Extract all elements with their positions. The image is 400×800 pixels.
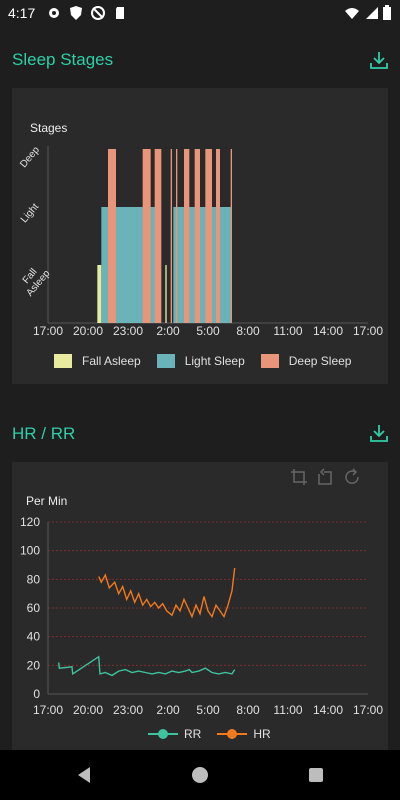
- y-tick-label: 80: [27, 572, 41, 586]
- sleep-bar-deep-sleep: [108, 149, 116, 323]
- sleep-stages-chart: FallAsleep Light Deep 17:00 20:00 23:00 2:00 5:…: [16, 144, 383, 338]
- series-line-rr: [58, 655, 236, 677]
- status-bar: 4:17: [0, 0, 400, 26]
- sleep-stages-title: Sleep Stages: [12, 50, 114, 69]
- x-tick-label: 17:00: [33, 703, 63, 717]
- sleep-bar-deep-sleep: [142, 149, 151, 323]
- sleep-bar-deep-sleep: [216, 149, 220, 323]
- x-tick-label: 8:00: [236, 703, 260, 717]
- wifi-icon: [345, 8, 359, 19]
- sleep-bar-deep-sleep: [205, 149, 212, 323]
- navigation-bar: [0, 750, 400, 800]
- x-tick-label: 11:00: [273, 703, 302, 717]
- x-tick-label: 2:00: [156, 324, 180, 338]
- download-icon[interactable]: [369, 50, 389, 70]
- hr-rr-card: Per Min 0 20 40 60 80 100 120 17:00 20:00 23:00 2:…: [12, 462, 388, 750]
- shield-icon: [70, 6, 82, 20]
- hr-rr-title: HR / RR: [12, 424, 76, 443]
- x-tick-label: 2:00: [156, 703, 180, 717]
- x-tick-label: 5:00: [196, 324, 220, 338]
- gear-icon: [49, 8, 59, 18]
- y-tick-label: 20: [27, 658, 41, 672]
- status-time: 4:17: [8, 5, 36, 21]
- x-tick-label: 23:00: [113, 324, 143, 338]
- sleep-bar-deep-sleep: [194, 149, 200, 323]
- sleep-stages-card: Stages FallAsleep Light Deep 17:00 20:00 23:0…: [12, 88, 388, 384]
- hr-rr-legend: RR HR: [148, 727, 287, 741]
- hr-rr-chart: 0 20 40 60 80 100 120 17:00 20:00 23:00 2:00 5:00 8:…: [20, 515, 383, 717]
- legend-light-sleep: Light Sleep: [156, 354, 245, 368]
- x-tick-label: 23:00: [113, 703, 143, 717]
- x-tick-label: 17:00: [353, 324, 383, 338]
- sleep-bar-fall-asleep: [165, 265, 167, 323]
- sleep-bar-deep-sleep: [176, 149, 178, 323]
- sleep-bar-deep-sleep: [170, 149, 172, 323]
- x-tick-label: 20:00: [73, 324, 103, 338]
- y-tick-label: Deep: [18, 144, 42, 170]
- x-tick-label: 20:00: [73, 703, 103, 717]
- download-icon[interactable]: [369, 423, 389, 443]
- legend-deep-sleep: Deep Sleep: [260, 354, 351, 368]
- x-tick-label: 14:00: [313, 703, 343, 717]
- sleep-bar-light-sleep: [173, 207, 232, 323]
- y-tick-label: FallAsleep: [16, 261, 53, 299]
- y-tick-label: 100: [20, 544, 40, 558]
- x-tick-label: 5:00: [196, 703, 220, 717]
- sleep-bar-deep-sleep: [230, 149, 232, 323]
- no-data-icon: [91, 6, 105, 20]
- y-tick-label: 60: [27, 601, 41, 615]
- y-tick-label: 40: [27, 630, 41, 644]
- sleep-legend: Fall Asleep Light Sleep Deep Sleep: [54, 354, 367, 368]
- x-tick-label: 17:00: [353, 703, 383, 717]
- signal-icon: [366, 7, 378, 19]
- series-line-hr: [98, 567, 236, 619]
- legend-hr: HR: [217, 727, 271, 741]
- y-tick-label: Light: [19, 201, 42, 225]
- legend-fall-asleep: Fall Asleep: [54, 354, 141, 368]
- back-icon[interactable]: [73, 764, 95, 786]
- x-tick-label: 17:00: [33, 324, 63, 338]
- sd-card-icon: [116, 7, 124, 19]
- y-tick-label: 120: [20, 515, 40, 529]
- y-tick-label: 0: [33, 687, 40, 701]
- sleep-bar-deep-sleep: [184, 149, 190, 323]
- x-tick-label: 8:00: [236, 324, 260, 338]
- recents-icon[interactable]: [305, 764, 327, 786]
- battery-icon: [383, 5, 391, 20]
- sleep-bar-deep-sleep: [154, 149, 162, 323]
- sleep-bar-fall-asleep: [97, 265, 102, 323]
- legend-rr: RR: [148, 727, 201, 741]
- x-tick-label: 11:00: [273, 324, 302, 338]
- x-tick-label: 14:00: [313, 324, 343, 338]
- home-icon[interactable]: [189, 764, 211, 786]
